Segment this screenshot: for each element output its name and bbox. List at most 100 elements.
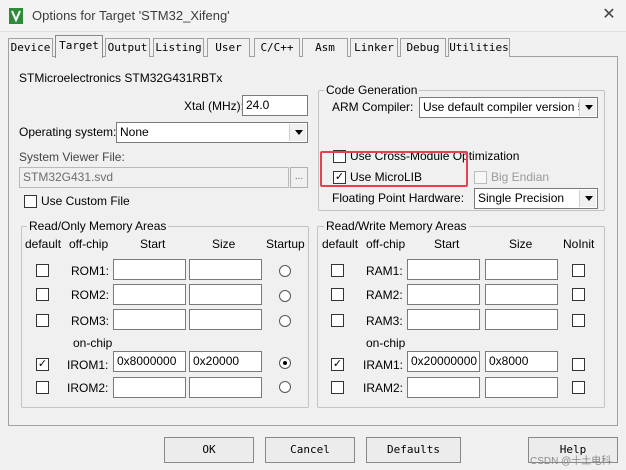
- ok-button[interactable]: OK: [164, 437, 254, 463]
- tab-debug[interactable]: Debug: [400, 38, 446, 57]
- chevron-down-icon[interactable]: [579, 99, 596, 116]
- irom1-startup-radio[interactable]: [279, 357, 291, 369]
- rom3-start-input[interactable]: [113, 309, 186, 330]
- iram1-noinit-checkbox[interactable]: [572, 358, 585, 371]
- ram2-label: RAM2:: [366, 288, 403, 302]
- code-generation-title: Code Generation: [324, 83, 420, 97]
- rom3-default-checkbox[interactable]: [36, 314, 49, 327]
- irom2-default-checkbox[interactable]: [36, 381, 49, 394]
- iram2-label: IRAM2:: [363, 381, 404, 395]
- chevron-down-icon[interactable]: [289, 124, 306, 141]
- rw-header-start: Start: [434, 237, 460, 251]
- ram2-default-checkbox[interactable]: [331, 288, 344, 301]
- rom1-label: ROM1:: [71, 264, 110, 278]
- ro-header-offchip: off-chip: [69, 237, 109, 251]
- custom-file-checkbox[interactable]: [24, 195, 37, 208]
- svd-browse-button[interactable]: ...: [290, 167, 308, 188]
- rom2-start-input[interactable]: [113, 284, 186, 305]
- rom2-size-input[interactable]: [189, 284, 262, 305]
- ram1-default-checkbox[interactable]: [331, 264, 344, 277]
- rom3-startup-radio[interactable]: [279, 315, 291, 327]
- ram3-size-input[interactable]: [485, 309, 558, 330]
- ram1-start-input[interactable]: [407, 259, 480, 280]
- fp-label: Floating Point Hardware:: [332, 191, 465, 205]
- os-label: Operating system:: [19, 125, 117, 139]
- tab-utilities[interactable]: Utilities: [448, 38, 510, 57]
- rw-memory-title: Read/Write Memory Areas: [324, 219, 469, 233]
- ram1-label: RAM1:: [366, 264, 403, 278]
- ro-header-startup: Startup: [266, 237, 305, 251]
- svd-label: System Viewer File:: [19, 150, 125, 164]
- iram2-size-input[interactable]: [485, 377, 558, 398]
- rw-onchip-label: on-chip: [366, 336, 406, 350]
- xtal-label: Xtal (MHz):: [184, 99, 244, 113]
- irom2-startup-radio[interactable]: [279, 381, 291, 393]
- iram1-size-input[interactable]: 0x8000: [485, 351, 558, 372]
- tab-output[interactable]: Output: [105, 38, 150, 57]
- rom1-default-checkbox[interactable]: [36, 264, 49, 277]
- custom-file-label: Use Custom File: [41, 194, 130, 208]
- os-select[interactable]: None: [116, 122, 308, 143]
- rom2-startup-radio[interactable]: [279, 290, 291, 302]
- irom2-label: IROM2:: [67, 381, 109, 395]
- chevron-down-icon[interactable]: [579, 190, 596, 207]
- irom1-default-checkbox[interactable]: ✓: [36, 358, 49, 371]
- os-select-value: None: [120, 125, 149, 139]
- fp-select[interactable]: Single Precision: [474, 188, 598, 209]
- ro-header-size: Size: [212, 237, 236, 251]
- ro-header-start: Start: [140, 237, 166, 251]
- microlib-highlight-box: [320, 151, 468, 187]
- ram3-start-input[interactable]: [407, 309, 480, 330]
- ram3-default-checkbox[interactable]: [331, 314, 344, 327]
- tab-asm[interactable]: Asm: [302, 38, 348, 57]
- iram1-start-input[interactable]: 0x20000000: [407, 351, 480, 372]
- rw-header-size: Size: [509, 237, 533, 251]
- fp-select-value: Single Precision: [478, 191, 565, 205]
- tab-c-cpp[interactable]: C/C++: [254, 38, 300, 57]
- tab-device[interactable]: Device: [8, 38, 53, 57]
- compiler-label: ARM Compiler:: [332, 100, 414, 114]
- irom2-size-input[interactable]: [189, 377, 262, 398]
- device-name: STMicroelectronics STM32G431RBTx: [19, 71, 223, 85]
- tab-target[interactable]: Target: [55, 35, 103, 58]
- tab-linker[interactable]: Linker: [350, 38, 398, 57]
- tab-user[interactable]: User: [207, 38, 250, 57]
- ram3-noinit-checkbox[interactable]: [572, 314, 585, 327]
- iram2-noinit-checkbox[interactable]: [572, 381, 585, 394]
- iram2-default-checkbox[interactable]: [331, 381, 344, 394]
- close-icon[interactable]: ✕: [598, 5, 620, 25]
- svd-input[interactable]: STM32G431.svd: [19, 167, 289, 188]
- rw-header-default: default: [322, 237, 359, 251]
- window-title: Options for Target 'STM32_Xifeng': [32, 8, 230, 23]
- rom1-start-input[interactable]: [113, 259, 186, 280]
- ram1-noinit-checkbox[interactable]: [572, 264, 585, 277]
- tab-listing[interactable]: Listing: [153, 38, 204, 57]
- irom1-start-input[interactable]: 0x8000000: [113, 351, 186, 372]
- ro-header-default: default: [25, 237, 62, 251]
- rom2-label: ROM2:: [71, 288, 110, 302]
- rw-header-noinit: NoInit: [563, 237, 595, 251]
- xtal-input[interactable]: 24.0: [242, 95, 308, 116]
- rom1-startup-radio[interactable]: [279, 265, 291, 277]
- rom2-default-checkbox[interactable]: [36, 288, 49, 301]
- defaults-button[interactable]: Defaults: [366, 437, 461, 463]
- iram1-default-checkbox[interactable]: ✓: [331, 358, 344, 371]
- iram2-start-input[interactable]: [407, 377, 480, 398]
- irom1-label: IROM1:: [67, 358, 109, 372]
- keil-logo-icon: [9, 8, 23, 24]
- rom3-label: ROM3:: [71, 314, 110, 328]
- ram2-start-input[interactable]: [407, 284, 480, 305]
- big-endian-checkbox[interactable]: [474, 171, 487, 184]
- rom3-size-input[interactable]: [189, 309, 262, 330]
- irom1-size-input[interactable]: 0x20000: [189, 351, 262, 372]
- irom2-start-input[interactable]: [113, 377, 186, 398]
- ram3-label: RAM3:: [366, 314, 403, 328]
- ram1-size-input[interactable]: [485, 259, 558, 280]
- rom1-size-input[interactable]: [189, 259, 262, 280]
- cancel-button[interactable]: Cancel: [265, 437, 355, 463]
- ram2-noinit-checkbox[interactable]: [572, 288, 585, 301]
- rw-header-offchip: off-chip: [366, 237, 406, 251]
- compiler-select[interactable]: Use default compiler version 5: [419, 97, 598, 118]
- ro-memory-title: Read/Only Memory Areas: [27, 219, 169, 233]
- ram2-size-input[interactable]: [485, 284, 558, 305]
